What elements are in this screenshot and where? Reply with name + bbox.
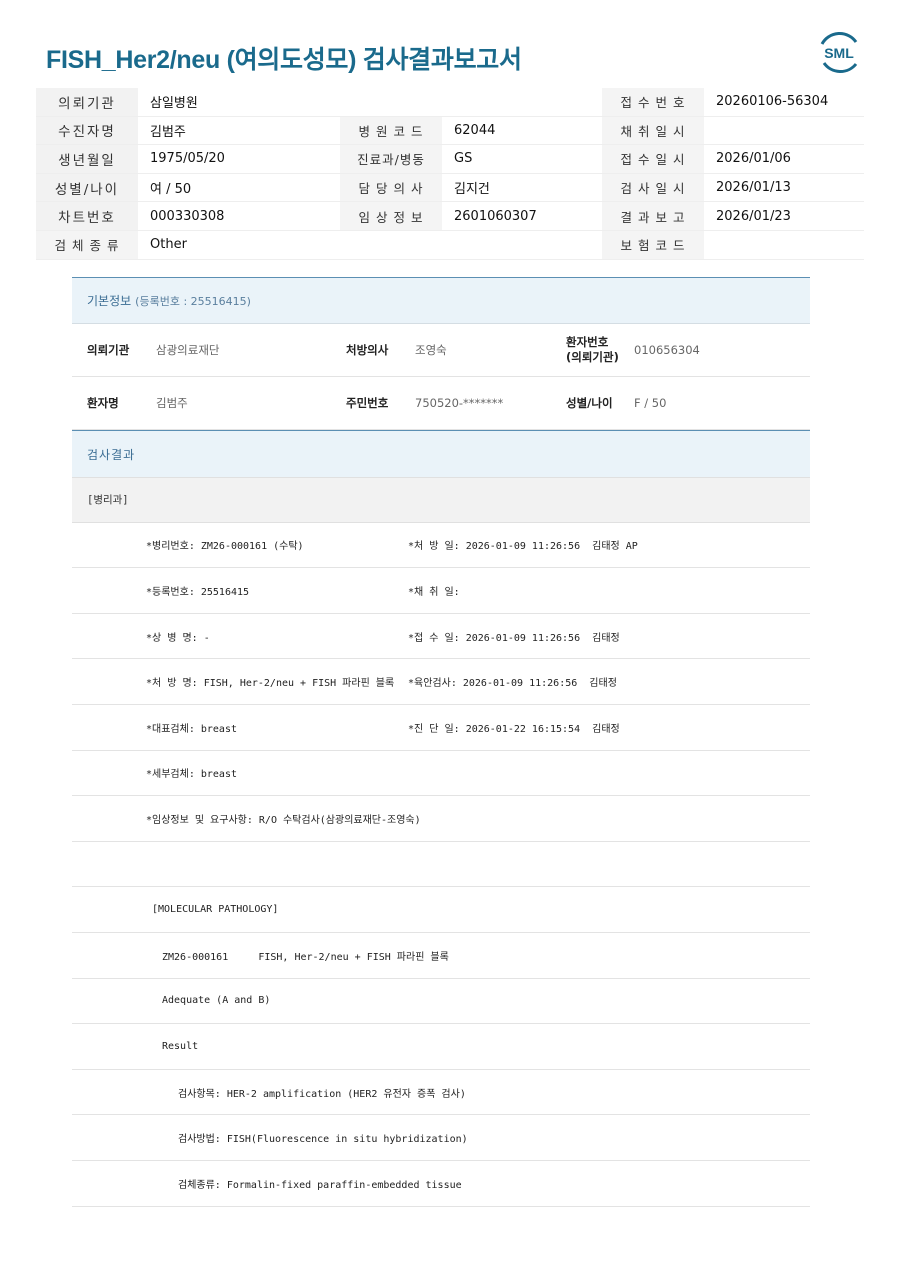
result-row-left: *등록번호: 25516415 [146,586,250,598]
basic-key-line: (의뢰기관) [566,350,619,364]
info-value: 삼일병원 [150,96,198,112]
result-body-text: Result [162,1040,199,1052]
info-value: 20260106-56304 [716,94,829,110]
info-row: 성별/나이 여 / 50 담 당 의 사 김지건 검 사 일 시 2026/01… [36,173,864,203]
logo-text: SML [824,45,854,61]
basic-info-title: 기본정보 [87,294,132,308]
result-body-line: 검체종류: Formalin-fixed paraffin-embedded t… [72,1161,810,1207]
registration-number: (등록번호 : 25516415) [135,294,251,308]
info-label: 병 원 코 드 [340,116,442,145]
info-label: 의뢰기관 [36,88,138,116]
result-body-line: 검사방법: FISH(Fluorescence in situ hybridiz… [72,1115,810,1161]
result-body-text: [MOLECULAR PATHOLOGY] [152,904,279,916]
result-body-line: ZM26-000161 FISH, Her-2/neu + FISH 파라핀 블… [72,933,810,979]
basic-value: F / 50 [634,396,667,410]
result-row-right: *진 단 일: 2026-01-22 16:15:54 김태정 [408,723,620,735]
result-row: *병리번호: ZM26-000161 (수탁) *처 방 일: 2026-01-0… [72,523,810,569]
result-body-line: Result [72,1024,810,1070]
result-row: *임상정보 및 요구사항: R/O 수탁검사(삼광의료재단-조영숙) [72,796,810,842]
sml-logo: SML [820,31,858,74]
basic-key: 의뢰기관 [87,343,130,357]
result-row-left: *상 병 명: - [146,632,210,644]
result-body-line: [MOLECULAR PATHOLOGY] [72,887,810,933]
info-value: 2601060307 [454,208,537,224]
info-value [704,117,864,145]
basic-value: 조영숙 [415,343,447,357]
info-row: 수진자명 김범주 병 원 코 드 62044 채 취 일 시 [36,116,864,146]
info-row: 차트번호 000330308 임 상 정 보 2601060307 결 과 보 … [36,202,864,231]
info-label: 진료과/병동 [340,145,442,173]
info-value: 2026/01/23 [716,208,791,224]
info-value: 김범주 [150,124,186,140]
result-row: *처 방 명: FISH, Her-2/neu + FISH 파라핀 블록 *육안… [72,659,810,705]
patient-info-table: 의뢰기관 삼일병원 접 수 번 호 20260106-56304 수진자명 김범… [36,88,864,260]
result-row-left: *병리번호: ZM26-000161 (수탁) [146,541,304,553]
result-body-text: Adequate (A and B) [162,995,271,1007]
basic-key: 환자번호 (의뢰기관) [566,335,634,365]
result-row: *대표검체: breast *진 단 일: 2026-01-22 16:15:54… [72,705,810,751]
basic-value: 김범주 [156,396,188,410]
basic-info-header: 기본정보 (등록번호 : 25516415) [72,277,810,324]
info-label: 임 상 정 보 [340,202,442,230]
info-value: 62044 [454,122,496,138]
info-row: 검 체 종 류 Other 보 험 코 드 [36,230,864,260]
result-row-left: *세부검체: breast [146,769,237,781]
info-label: 채 취 일 시 [602,116,704,145]
result-body-text: 검체종류: Formalin-fixed paraffin-embedded t… [178,1179,462,1191]
basic-key: 주민번호 [346,396,389,410]
department-label: [병리과] [72,477,810,523]
info-value [704,231,864,259]
info-value: 2026/01/13 [716,180,791,196]
info-label: 담 당 의 사 [340,173,442,202]
info-row: 생년월일 1975/05/20 진료과/병동 GS 접 수 일 시 2026/0… [36,145,864,174]
result-header: 검사결과 [72,430,810,477]
info-value: 1975/05/20 [150,151,225,167]
report-panel: 기본정보 (등록번호 : 25516415) 의뢰기관 삼광의료재단 처방의사 … [72,277,810,1207]
result-row: *등록번호: 25516415 *채 취 일: [72,568,810,614]
info-label: 생년월일 [36,145,138,173]
result-body-text: 검사항목: HER-2 amplification (HER2 유전자 증폭 검… [178,1088,466,1100]
info-value: 여 / 50 [150,182,192,198]
info-label: 차트번호 [36,202,138,230]
result-row-right: *처 방 일: 2026-01-09 11:26:56 김태정 AP [408,541,638,553]
result-body-line: 검사항목: HER-2 amplification (HER2 유전자 증폭 검… [72,1070,810,1116]
info-value: 김지건 [454,182,490,198]
info-label: 수진자명 [36,116,138,145]
result-row: *세부검체: breast [72,751,810,797]
result-lines: *병리번호: ZM26-000161 (수탁) *처 방 일: 2026-01-0… [72,523,810,1207]
result-row-right: *육안검사: 2026-01-09 11:26:56 김태정 [408,678,617,690]
result-row: *상 병 명: - *접 수 일: 2026-01-09 11:26:56 김태정 [72,614,810,660]
basic-info-row: 의뢰기관 삼광의료재단 처방의사 조영숙 환자번호 (의뢰기관) 0106563… [72,324,810,377]
info-value: GS [454,151,473,167]
result-row [72,842,810,888]
result-row-left: *처 방 명: FISH, Her-2/neu + FISH 파라핀 블록 [146,678,395,690]
result-body-text: ZM26-000161 FISH, Her-2/neu + FISH 파라핀 블… [162,951,449,963]
info-value: 000330308 [150,208,225,224]
basic-value: 삼광의료재단 [156,343,220,357]
info-value: 2026/01/06 [716,151,791,167]
info-label: 성별/나이 [36,173,138,202]
info-label: 보 험 코 드 [602,230,704,259]
basic-info-row: 환자명 김범주 주민번호 750520-******* 성별/나이 F / 50 [72,377,810,430]
info-row: 의뢰기관 삼일병원 접 수 번 호 20260106-56304 [36,88,864,117]
info-label: 접 수 번 호 [602,88,704,116]
info-label: 검 사 일 시 [602,173,704,202]
info-value: Other [150,237,187,253]
basic-key: 환자명 [87,396,119,410]
info-label: 검 체 종 류 [36,230,138,259]
result-row-right: *접 수 일: 2026-01-09 11:26:56 김태정 [408,632,620,644]
basic-key: 처방의사 [346,343,389,357]
basic-key: 성별/나이 [566,395,613,410]
basic-key-line: 환자번호 [566,335,609,349]
result-row-left: *대표검체: breast [146,723,237,735]
result-body-text: 검사방법: FISH(Fluorescence in situ hybridiz… [178,1134,468,1146]
result-body-line: Adequate (A and B) [72,979,810,1025]
result-row-left: *임상정보 및 요구사항: R/O 수탁검사(삼광의료재단-조영숙) [146,814,421,826]
basic-value: 010656304 [634,343,700,357]
basic-value: 750520-******* [415,396,504,410]
info-label: 결 과 보 고 [602,202,704,230]
result-row-right: *채 취 일: [408,586,460,598]
info-label: 접 수 일 시 [602,145,704,173]
report-title: FISH_Her2/neu (여의도성모) 검사결과보고서 [46,46,522,74]
